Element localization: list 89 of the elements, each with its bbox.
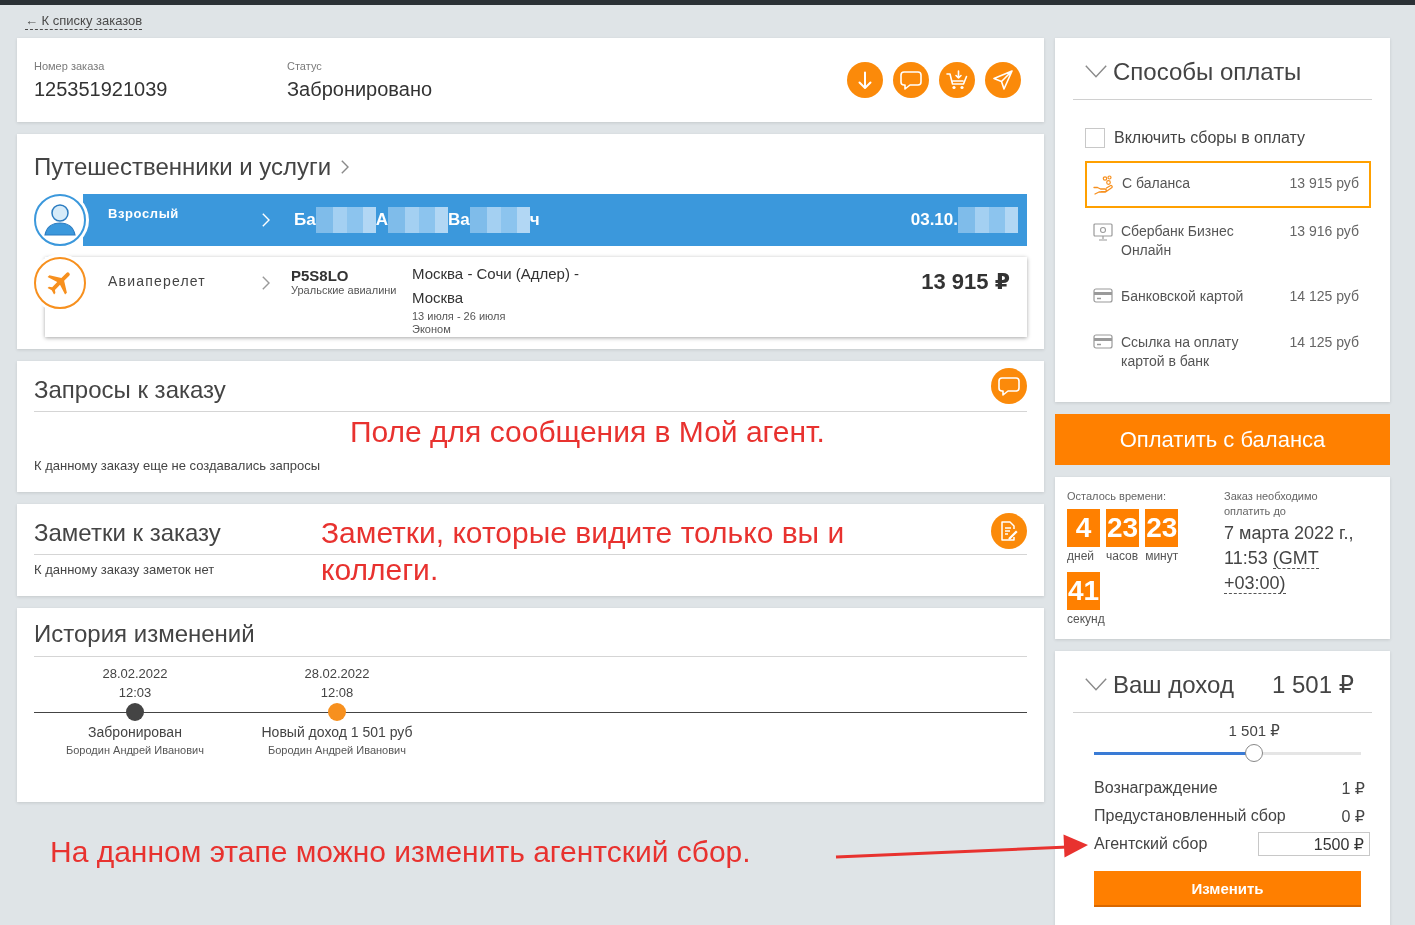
hand-coins-icon: [1093, 175, 1114, 195]
income-row-value: 0 ₽: [1341, 806, 1365, 826]
panel-title: Способы оплаты: [1113, 56, 1302, 87]
slider-thumb[interactable]: [1245, 744, 1264, 762]
name-fragment: А: [375, 209, 388, 231]
chevron-down-icon[interactable]: [1085, 678, 1107, 691]
service-type: Авиаперелет: [108, 273, 207, 289]
section-title: Заметки к заказу: [34, 519, 221, 547]
event-author: Бородин Андрей Иванович: [268, 743, 406, 758]
chat-button[interactable]: [991, 368, 1027, 404]
payment-option[interactable]: Ссылка на оплату картой в банк 14 125 руб: [1085, 320, 1371, 384]
section-title: История изменений: [34, 620, 255, 647]
event-author: Бородин Андрей Иванович: [66, 743, 204, 758]
chevron-down-icon[interactable]: [1085, 65, 1107, 78]
countdown-number: 23: [1106, 509, 1140, 547]
income-row-label: Предустановленный сбор: [1094, 807, 1286, 825]
chevron-right-icon: [262, 276, 270, 290]
name-fragment: Ба: [294, 209, 316, 231]
payment-option[interactable]: С баланса 13 915 руб: [1085, 161, 1371, 208]
download-icon: [858, 70, 872, 90]
route-text: Москва - Сочи (Адлер) - Москва: [412, 264, 581, 308]
name-fragment: ч: [529, 209, 540, 231]
income-row-label: Агентский сбор: [1094, 835, 1208, 853]
agency-fee-input[interactable]: 1500 ₽: [1258, 832, 1370, 856]
countdown-unit-label: секунд: [1067, 612, 1105, 626]
countdown-number: 23: [1145, 509, 1179, 547]
checkbox-label: Включить сборы в оплату: [1114, 128, 1306, 148]
travel-dates: 13 июля - 26 июля: [412, 310, 506, 323]
chat-icon: [900, 70, 922, 90]
airline-name: Уральские авиалини: [291, 284, 397, 297]
section-title: Путешественники и услуги: [34, 153, 332, 181]
countdown-number: 41: [1067, 572, 1101, 610]
download-button[interactable]: [847, 62, 883, 98]
chevron-right-icon: [262, 213, 270, 227]
cart-icon: [946, 70, 968, 90]
annotation-text: На данном этапе можно изменить агентский сбор.: [50, 834, 751, 870]
countdown-unit-label: часов: [1106, 549, 1139, 563]
blurred-block: [315, 207, 376, 233]
payment-option[interactable]: Банковской картой 14 125 руб: [1085, 274, 1371, 319]
monitor-icon: [1093, 223, 1113, 241]
deadline-date: 7 марта 2022 г., 11:53 (GMT +03:00): [1224, 522, 1355, 596]
event-date: 28.02.2022: [102, 665, 168, 683]
field-label: Статус: [287, 59, 322, 73]
blurred-block: [469, 207, 530, 233]
timer-label: Осталось времени:: [1067, 489, 1167, 503]
credit-card-icon: [1093, 288, 1113, 303]
event-time: 12:03: [118, 684, 152, 702]
income-total: 1 501 ₽: [1272, 669, 1355, 700]
note-button[interactable]: [991, 513, 1027, 549]
credit-card-icon: [1093, 334, 1113, 349]
send-icon: [993, 70, 1013, 90]
blurred-block: [387, 207, 448, 233]
blurred-block: [958, 207, 1018, 233]
note-icon: [1000, 521, 1018, 541]
panel-title: Ваш доход: [1113, 669, 1234, 700]
send-button[interactable]: [985, 62, 1021, 98]
slider-reading: 1 501 ₽: [1228, 721, 1280, 741]
payment-option[interactable]: Сбербанк Бизнес Онлайн 13 916 руб: [1085, 209, 1371, 273]
booking-code: P5S8LO: [291, 267, 349, 284]
chevron-right-icon: [341, 160, 350, 174]
countdown-unit-label: дней: [1067, 549, 1094, 563]
name-fragment: Ва: [447, 209, 470, 231]
checkbox[interactable]: [1085, 128, 1105, 148]
chat-button[interactable]: [893, 62, 929, 98]
event-time: 12:08: [320, 684, 354, 702]
field-label: Номер заказа: [34, 59, 105, 73]
passenger-type: Взрослый: [108, 206, 180, 222]
countdown-number: 4: [1067, 509, 1100, 547]
event-title: Забронирован: [88, 723, 182, 742]
chat-icon: [998, 376, 1020, 396]
name-fragment: 03.10.: [910, 209, 958, 231]
fare-class: Эконом: [412, 323, 451, 336]
empty-state-text: К данному заказу еще не создавались запросы: [34, 457, 321, 475]
annotation-text: Поле для сообщения в Мой агент.: [350, 414, 825, 450]
section-title: Запросы к заказу: [34, 376, 226, 404]
back-link[interactable]: ← К списку заказов: [25, 13, 143, 30]
field-value: 125351921039: [34, 77, 168, 101]
event-title: Новый доход 1 501 руб: [261, 723, 413, 742]
service-price: 13 915 ₽: [921, 269, 1011, 295]
income-row-value: 1 ₽: [1341, 778, 1365, 798]
annotation-text: Заметки, которые видите только вы и коллеги.: [321, 515, 846, 588]
deadline-label: Заказ необходимо оплатить до: [1224, 489, 1319, 519]
empty-state-text: К данному заказу заметок нет: [34, 561, 215, 579]
event-date: 28.02.2022: [304, 665, 370, 683]
countdown-unit-label: минут: [1145, 549, 1179, 563]
field-value: Забронировано: [287, 77, 433, 101]
service-card[interactable]: Авиаперелет P5S8LO Уральские авиалини Москва - Сочи (Адлер) - Москва 13 июля - 26 июля Эконом 13 915 ₽: [45, 257, 1027, 337]
cart-button[interactable]: [939, 62, 975, 98]
income-row-label: Вознаграждение: [1094, 779, 1218, 797]
